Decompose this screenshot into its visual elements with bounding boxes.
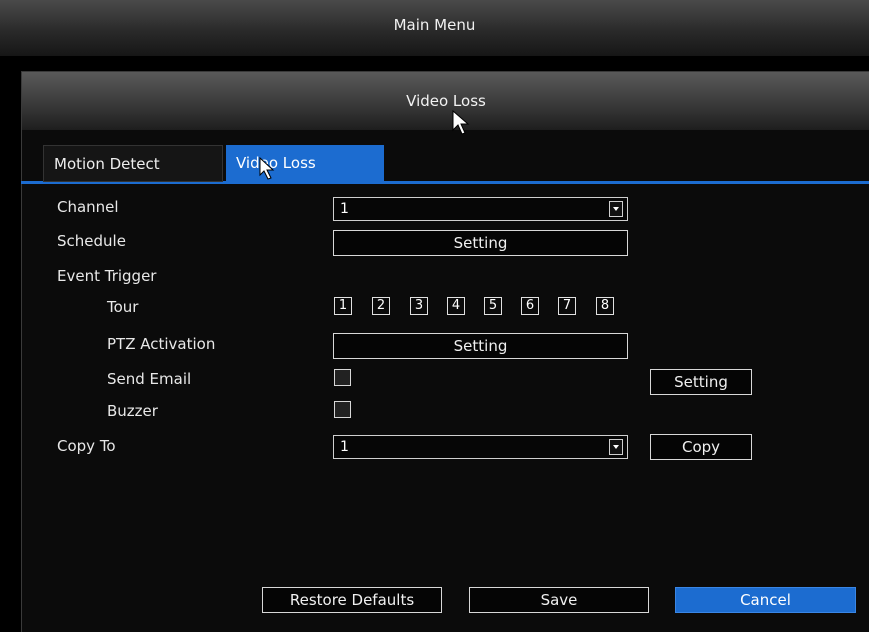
- tour-channel-7[interactable]: 7: [558, 297, 576, 315]
- send-email-checkbox[interactable]: [334, 369, 351, 386]
- tour-channel-3[interactable]: 3: [410, 297, 428, 315]
- main-menu-bar: Main Menu: [0, 0, 869, 56]
- restore-defaults-button[interactable]: Restore Defaults: [262, 587, 442, 613]
- chevron-down-icon[interactable]: [609, 439, 623, 455]
- tour-channel-5[interactable]: 5: [484, 297, 502, 315]
- copy-to-label: Copy To: [57, 437, 116, 455]
- chevron-down-icon[interactable]: [609, 201, 623, 217]
- schedule-setting-button[interactable]: Setting: [333, 230, 628, 256]
- schedule-label: Schedule: [57, 232, 126, 250]
- panel-title-bar: Video Loss: [22, 72, 869, 130]
- channel-label: Channel: [57, 198, 119, 216]
- tour-channel-1[interactable]: 1: [334, 297, 352, 315]
- main-menu-title: Main Menu: [393, 16, 476, 34]
- save-button[interactable]: Save: [469, 587, 649, 613]
- cancel-button[interactable]: Cancel: [675, 587, 856, 613]
- tour-label: Tour: [107, 298, 139, 316]
- mouse-pointer-icon: [452, 110, 470, 135]
- send-email-setting-button[interactable]: Setting: [650, 369, 752, 395]
- send-email-label: Send Email: [107, 370, 192, 388]
- channel-select[interactable]: 1: [333, 197, 628, 221]
- copy-to-value: 1: [340, 439, 349, 455]
- event-trigger-label: Event Trigger: [57, 267, 157, 285]
- copy-button[interactable]: Copy: [650, 434, 752, 460]
- tab-motion-detect[interactable]: Motion Detect: [43, 145, 223, 182]
- tour-channel-6[interactable]: 6: [521, 297, 539, 315]
- channel-value: 1: [340, 201, 349, 217]
- panel-title: Video Loss: [406, 92, 486, 110]
- copy-to-select[interactable]: 1: [333, 435, 628, 459]
- buzzer-checkbox[interactable]: [334, 401, 351, 418]
- buzzer-label: Buzzer: [107, 402, 158, 420]
- ptz-activation-label: PTZ Activation: [107, 335, 216, 353]
- mouse-pointer-icon: [259, 157, 275, 180]
- tour-channel-4[interactable]: 4: [447, 297, 465, 315]
- ptz-setting-button[interactable]: Setting: [333, 333, 628, 359]
- tour-channel-2[interactable]: 2: [372, 297, 390, 315]
- tour-channel-8[interactable]: 8: [596, 297, 614, 315]
- tab-video-loss[interactable]: Video Loss: [226, 145, 384, 182]
